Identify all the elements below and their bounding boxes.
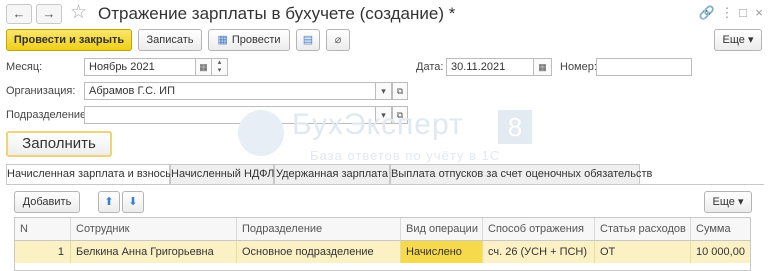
table-more-button[interactable]: Еще ▾ xyxy=(704,191,752,213)
report-icon[interactable]: ▤ xyxy=(296,29,320,51)
table-chevron-down-icon: ▾ xyxy=(737,196,744,208)
cell-operation[interactable]: Начислено xyxy=(401,241,483,263)
tab-withheld-salary[interactable]: Удержанная зарплата xyxy=(274,164,390,184)
col-header-department[interactable]: Подразделение xyxy=(237,218,401,240)
close-icon[interactable]: × xyxy=(750,4,768,22)
col-header-n[interactable]: N xyxy=(15,218,71,240)
col-header-employee[interactable]: Сотрудник xyxy=(71,218,237,240)
back-button[interactable]: ← xyxy=(6,4,32,24)
move-up-icon[interactable]: ⬆ xyxy=(98,191,120,213)
tab-vacation-payments[interactable]: Выплата отпусков за счет оценочных обяза… xyxy=(390,164,652,184)
post-button-label: Провести xyxy=(231,34,281,46)
month-stepper[interactable]: ▴ ▾ xyxy=(212,58,228,76)
date-field[interactable]: 30.11.2021 xyxy=(446,58,534,76)
post-and-close-button[interactable]: Провести и закрыть xyxy=(6,29,132,51)
organization-field[interactable]: Абрамов Г.С. ИП xyxy=(84,82,376,100)
post-icon: ▦ xyxy=(217,34,228,46)
attachment-icon[interactable]: ⌀ xyxy=(326,29,350,51)
watermark-brand-number: 8 xyxy=(498,110,532,144)
watermark-owl-icon xyxy=(238,110,284,156)
move-down-icon[interactable]: ⬇ xyxy=(122,191,144,213)
number-label: Номер: xyxy=(560,61,597,73)
tab-accrued-ndfl[interactable]: Начисленный НДФЛ xyxy=(170,164,274,184)
watermark-brand: БухЭксперт xyxy=(292,108,464,141)
tab-divider xyxy=(6,184,764,185)
more-button[interactable]: Еще ▾ xyxy=(714,29,762,51)
post-button[interactable]: ▦ Провести xyxy=(208,29,290,51)
tab-accrued-salary[interactable]: Начисленная зарплата и взносы xyxy=(6,164,173,185)
cell-amount[interactable]: 10 000,00 xyxy=(691,241,750,263)
date-calendar-icon[interactable]: ▦ xyxy=(534,58,552,76)
forward-button[interactable]: → xyxy=(36,4,62,24)
watermark-tagline: База ответов по учёту в 1С xyxy=(310,148,501,163)
favorite-star-icon[interactable]: ☆ xyxy=(70,2,87,24)
page-title: Отражение зарплаты в бухучете (создание)… xyxy=(98,4,456,23)
organization-open-icon[interactable]: ⧉ xyxy=(392,82,408,100)
cell-department[interactable]: Основное подразделение xyxy=(237,241,401,263)
add-button[interactable]: Добавить xyxy=(14,191,80,213)
cell-employee[interactable]: Белкина Анна Григорьевна xyxy=(71,241,237,263)
col-header-reflection-method[interactable]: Способ отражения xyxy=(483,218,595,240)
fill-button[interactable]: Заполнить xyxy=(6,131,112,157)
link-icon[interactable]: 🔗 xyxy=(698,4,716,22)
month-label: Месяц: xyxy=(6,61,43,73)
save-button[interactable]: Записать xyxy=(138,29,202,51)
cell-reflection-method[interactable]: сч. 26 (УСН + ПСН) xyxy=(483,241,595,263)
cell-expense-item[interactable]: ОТ xyxy=(595,241,691,263)
salary-table: N Сотрудник Подразделение Вид операции С… xyxy=(14,217,751,271)
cell-n: 1 xyxy=(15,241,71,263)
organization-label: Организация: xyxy=(6,85,76,97)
date-label: Дата: xyxy=(416,61,444,73)
table-more-label: Еще xyxy=(712,196,735,208)
col-header-amount[interactable]: Сумма xyxy=(691,218,750,240)
organization-dropdown-icon[interactable]: ▾ xyxy=(376,82,392,100)
department-label: Подразделение: xyxy=(6,109,90,121)
number-field[interactable] xyxy=(596,58,692,76)
month-field[interactable]: Ноябрь 2021 xyxy=(84,58,196,76)
col-header-expense-item[interactable]: Статья расходов xyxy=(595,218,691,240)
chevron-down-icon: ▾ xyxy=(747,34,754,46)
calendar-icon[interactable]: ▦ xyxy=(196,58,212,76)
more-button-label: Еще xyxy=(722,34,745,46)
col-header-operation[interactable]: Вид операции xyxy=(401,218,483,240)
